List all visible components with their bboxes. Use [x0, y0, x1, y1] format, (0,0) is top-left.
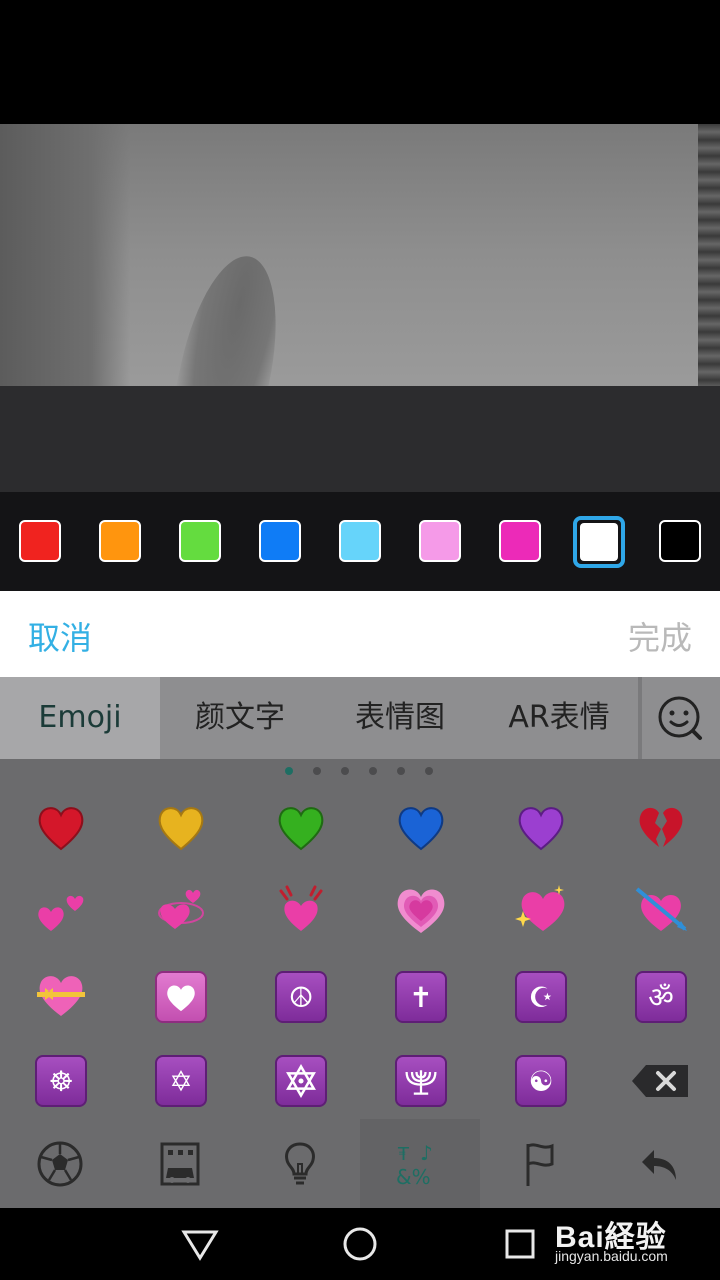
- cancel-button[interactable]: 取消: [28, 613, 92, 659]
- broken-heart-emoji[interactable]: [631, 797, 691, 857]
- yin-yang-emoji[interactable]: ☯: [515, 1055, 567, 1107]
- category-travel[interactable]: [120, 1119, 240, 1208]
- building-car-icon: [160, 1142, 200, 1185]
- category-objects[interactable]: [240, 1119, 360, 1208]
- lightbulb-icon: [285, 1141, 315, 1184]
- yellow-heart-emoji[interactable]: [151, 797, 211, 857]
- page-dot: [425, 767, 433, 775]
- heart-decoration-emoji[interactable]: [155, 971, 207, 1023]
- back-icon[interactable]: [180, 1226, 220, 1262]
- wheel-of-dharma-emoji[interactable]: ☸: [35, 1055, 87, 1107]
- growing-heart-emoji[interactable]: [391, 879, 451, 939]
- page-dot: [285, 767, 293, 775]
- emoji-category-bar: T = ♪ &%: [0, 1119, 720, 1208]
- color-swatch-light-blue[interactable]: [339, 520, 381, 562]
- tab-stickers[interactable]: 表情图: [320, 677, 480, 759]
- heart-with-arrow-emoji[interactable]: [631, 879, 691, 939]
- sparkling-heart-emoji[interactable]: [511, 879, 571, 939]
- watermark-url: jingyan.baidu.com: [555, 1248, 668, 1264]
- color-swatch-green[interactable]: [179, 520, 221, 562]
- purple-heart-emoji[interactable]: [511, 797, 571, 857]
- color-swatch-red[interactable]: [19, 520, 61, 562]
- svg-text:&%: &%: [396, 1165, 431, 1189]
- action-bar: 取消 完成: [0, 591, 720, 677]
- tab-emoji[interactable]: Emoji: [0, 677, 160, 759]
- keyboard-tab-bar: Emoji 颜文字 表情图 AR表情: [0, 677, 720, 759]
- color-swatch-blue[interactable]: [259, 520, 301, 562]
- watermark: Bai経验 jingyan.baidu.com: [555, 1212, 715, 1272]
- peace-symbol-emoji[interactable]: ☮: [275, 971, 327, 1023]
- red-heart-emoji[interactable]: [31, 797, 91, 857]
- page-dot: [313, 767, 321, 775]
- six-pointed-star-emoji[interactable]: [275, 1055, 327, 1107]
- color-swatch-pink[interactable]: [419, 520, 461, 562]
- blue-heart-emoji[interactable]: [391, 797, 451, 857]
- menorah-emoji[interactable]: [395, 1055, 447, 1107]
- tab-kaomoji[interactable]: 颜文字: [160, 677, 320, 759]
- heart-with-ribbon-emoji[interactable]: [31, 964, 91, 1024]
- color-swatch-orange[interactable]: [99, 520, 141, 562]
- star-and-crescent-emoji[interactable]: ☪: [515, 971, 567, 1023]
- status-area: [0, 0, 720, 124]
- green-heart-emoji[interactable]: [271, 797, 331, 857]
- latin-cross-emoji[interactable]: ✝: [395, 971, 447, 1023]
- om-symbol-emoji[interactable]: ॐ: [635, 971, 687, 1023]
- page-dot: [341, 767, 349, 775]
- backspace-icon[interactable]: [628, 1051, 692, 1111]
- return-icon: [642, 1149, 676, 1180]
- svg-text:♪: ♪: [420, 1141, 433, 1165]
- category-flags[interactable]: [480, 1119, 600, 1208]
- recents-icon[interactable]: [500, 1226, 540, 1262]
- page-dot: [369, 767, 377, 775]
- soccer-ball-icon: [37, 1141, 83, 1186]
- done-button[interactable]: 完成: [628, 613, 692, 659]
- category-symbols[interactable]: T = ♪ &%: [360, 1119, 480, 1208]
- two-hearts-emoji[interactable]: [31, 879, 91, 939]
- home-icon[interactable]: [340, 1226, 380, 1262]
- color-swatch-black[interactable]: [659, 520, 701, 562]
- page-dot: [397, 767, 405, 775]
- category-sports[interactable]: [0, 1119, 120, 1208]
- revolving-hearts-emoji[interactable]: [151, 879, 211, 939]
- heart-exclamation-emoji[interactable]: [271, 879, 331, 939]
- color-swatch-magenta[interactable]: [499, 520, 541, 562]
- text-overlay-area[interactable]: [0, 386, 720, 492]
- color-palette: [0, 492, 720, 591]
- smiley-search-icon[interactable]: [642, 677, 720, 759]
- photo-preview: [0, 124, 720, 492]
- symbols-icon: T= ♪&%: [396, 1141, 433, 1189]
- flag-icon: [526, 1142, 554, 1186]
- color-swatch-white[interactable]: [573, 516, 625, 568]
- page-indicator: [0, 767, 720, 777]
- star-of-david-emoji[interactable]: ✡: [155, 1055, 207, 1107]
- svg-text:=: =: [398, 1148, 406, 1159]
- tab-ar-stickers[interactable]: AR表情: [480, 677, 638, 759]
- return-button[interactable]: [600, 1119, 720, 1208]
